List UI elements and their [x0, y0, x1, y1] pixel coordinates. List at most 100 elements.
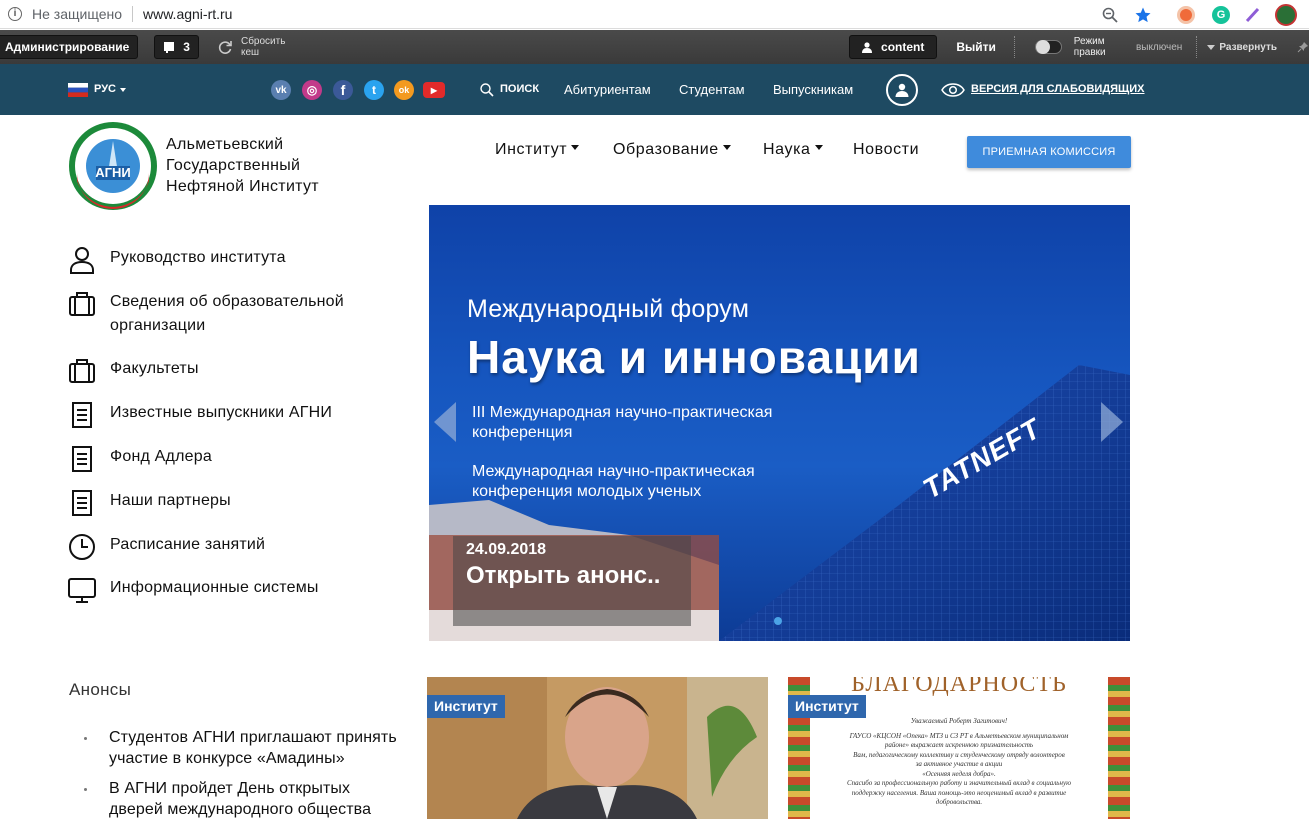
- menu-education[interactable]: Образование: [613, 141, 731, 159]
- category-tag[interactable]: Институт: [427, 695, 505, 718]
- admission-committee-button[interactable]: ПРИЕМНАЯ КОМИССИЯ: [967, 136, 1131, 168]
- certificate-line: ГАУСО «КЦСОН «Опека» МТЗ и СЗ РТ в Альме…: [849, 731, 1069, 740]
- document-icon: [72, 446, 92, 472]
- menu-label: Наука: [763, 141, 811, 158]
- menu-label: Образование: [613, 141, 719, 158]
- institute-name-line: Государственный: [166, 157, 301, 174]
- certificate-line: Спасибо за профессиональную работу и зна…: [846, 779, 1072, 787]
- expand-button[interactable]: Развернуть: [1207, 42, 1277, 53]
- extension-icon[interactable]: [1177, 5, 1195, 24]
- slider-next-arrow[interactable]: [1099, 402, 1123, 442]
- announcement-line: участие в конкурсе «Амадины»: [109, 750, 345, 767]
- certificate-line: Вам, педагогическому коллективу и студен…: [853, 750, 1065, 759]
- divider: [1013, 36, 1015, 58]
- edit-mode-toggle[interactable]: [1034, 40, 1062, 54]
- menu-news[interactable]: Новости: [853, 141, 919, 159]
- pen-extension-icon[interactable]: [1245, 7, 1261, 23]
- content-button[interactable]: content: [849, 35, 938, 59]
- category-tag[interactable]: Институт: [788, 695, 866, 718]
- sidebar-item-faculties[interactable]: Факультеты: [68, 357, 199, 385]
- announcement-line: Студентов АГНИ приглашают принять: [109, 729, 397, 746]
- notifications-button[interactable]: 3: [154, 35, 199, 59]
- applicants-link[interactable]: Абитуриентам: [564, 64, 651, 115]
- chevron-down-icon: [571, 145, 580, 151]
- user-icon: [862, 41, 873, 53]
- twitter-icon[interactable]: t: [364, 80, 384, 100]
- sidebar-item-organization-info[interactable]: Сведения об образовательной организации: [68, 290, 344, 338]
- flag-icon: [164, 42, 175, 53]
- administration-button[interactable]: Администрирование: [0, 35, 139, 59]
- menu-label: Институт: [495, 141, 568, 158]
- user-account-icon[interactable]: [886, 74, 918, 106]
- sidebar-item-label: Расписание занятий: [110, 536, 266, 553]
- url-field[interactable]: www.agni-rt.ru: [143, 6, 232, 22]
- logout-link[interactable]: Выйти: [956, 40, 996, 54]
- profile-avatar-icon[interactable]: [1275, 3, 1297, 26]
- pin-icon[interactable]: [1297, 41, 1309, 53]
- news-card[interactable]: БЛАГОДАРНОСТЬ Уважаемый Роберт Загитович…: [788, 677, 1130, 819]
- slide-date: 24.09.2018: [466, 541, 547, 558]
- certificate-line: районе» выражает искреннюю признательнос…: [884, 741, 1034, 749]
- person-icon: [70, 247, 94, 274]
- vk-icon[interactable]: vk: [271, 80, 291, 100]
- sidebar-item-leadership[interactable]: Руководство института: [68, 246, 286, 274]
- clear-cache-link[interactable]: Сбросить кеш: [241, 36, 299, 58]
- menu-institute[interactable]: Институт: [495, 141, 580, 159]
- zoom-icon[interactable]: [1102, 7, 1118, 23]
- monitor-icon: [68, 578, 96, 603]
- sidebar-item-information-systems[interactable]: Информационные системы: [68, 576, 319, 604]
- slide-text-line: Международная научно-практическая: [472, 463, 755, 480]
- news-card[interactable]: Институт: [427, 677, 768, 819]
- graduates-link[interactable]: Выпускникам: [773, 64, 853, 115]
- bookmark-star-icon[interactable]: [1134, 6, 1152, 24]
- security-status[interactable]: Не защищено: [32, 6, 122, 22]
- accessibility-link[interactable]: ВЕРСИЯ ДЛЯ СЛАБОВИДЯЩИХ: [941, 64, 1145, 115]
- certificate-line: за активное участие в акции: [915, 760, 1003, 768]
- separator: [132, 6, 133, 22]
- announcement-line: В АГНИ пройдет День открытых: [109, 780, 351, 797]
- slide-title: Наука и инновации: [467, 331, 921, 383]
- document-icon: [72, 490, 92, 516]
- edit-mode-label: Режим правки: [1073, 36, 1106, 58]
- institute-logo[interactable]: АГНИ: [68, 121, 158, 211]
- search-link[interactable]: ПОИСК: [480, 64, 539, 115]
- top-navigation-bar: РУС vk ◎ f t ok ▶ ПОИСК Абитуриентам Сту…: [0, 64, 1309, 115]
- open-announcement-link[interactable]: Открыть анонс..: [466, 562, 660, 590]
- certificate-line: «Осенняя неделя добра».: [922, 769, 996, 778]
- grammarly-icon[interactable]: G: [1212, 5, 1230, 24]
- slide-caption[interactable]: 24.09.2018 Открыть анонс..: [453, 536, 691, 626]
- sidebar-item-label: Руководство института: [110, 249, 286, 266]
- chevron-down-icon: [119, 87, 126, 92]
- slide-text-line: конференция: [472, 424, 573, 441]
- facebook-icon[interactable]: f: [333, 80, 353, 100]
- odnoklassniki-icon[interactable]: ok: [394, 80, 414, 100]
- sidebar-item-famous-graduates[interactable]: Известные выпускники АГНИ: [68, 401, 332, 429]
- sidebar-item-adler-fund[interactable]: Фонд Адлера: [68, 445, 212, 473]
- sidebar-item-schedule[interactable]: Расписание занятий: [68, 533, 265, 561]
- slider-dot-active[interactable]: [774, 617, 782, 625]
- certificate-line: добровольства.: [935, 798, 983, 806]
- hero-slider[interactable]: Международный форум Наука и инновации II…: [429, 205, 1130, 641]
- students-link[interactable]: Студентам: [679, 64, 745, 115]
- sidebar-item-partners[interactable]: Наши партнеры: [68, 489, 231, 517]
- slide-text: Международная научно-практическая конфере…: [472, 462, 755, 502]
- refresh-icon[interactable]: [217, 39, 233, 55]
- slider-prev-arrow[interactable]: [434, 402, 458, 442]
- language-label: РУС: [94, 83, 116, 95]
- notifications-count: 3: [183, 40, 190, 54]
- menu-science[interactable]: Наука: [763, 141, 823, 159]
- sidebar-item-label: Сведения об образовательной организации: [110, 290, 344, 338]
- youtube-icon[interactable]: ▶: [423, 82, 445, 98]
- ornament-border-right: [1108, 677, 1130, 819]
- sidebar-item-label: Фонд Адлера: [110, 448, 212, 465]
- sidebar-item-label: Наши партнеры: [110, 492, 231, 509]
- search-label: ПОИСК: [500, 83, 540, 95]
- accessibility-label: ВЕРСИЯ ДЛЯ СЛАБОВИДЯЩИХ: [971, 83, 1145, 95]
- language-selector[interactable]: РУС: [68, 64, 126, 115]
- announcement-item[interactable]: В АГНИ пройдет День открытых дверей между…: [109, 778, 371, 820]
- info-icon[interactable]: i: [8, 7, 22, 21]
- announcement-line: дверей международного общества: [109, 801, 372, 818]
- announcement-item[interactable]: Студентов АГНИ приглашают принять участие…: [109, 727, 397, 769]
- certificate-greeting: Уважаемый Роберт Загитович!: [910, 717, 1008, 725]
- instagram-icon[interactable]: ◎: [302, 80, 322, 100]
